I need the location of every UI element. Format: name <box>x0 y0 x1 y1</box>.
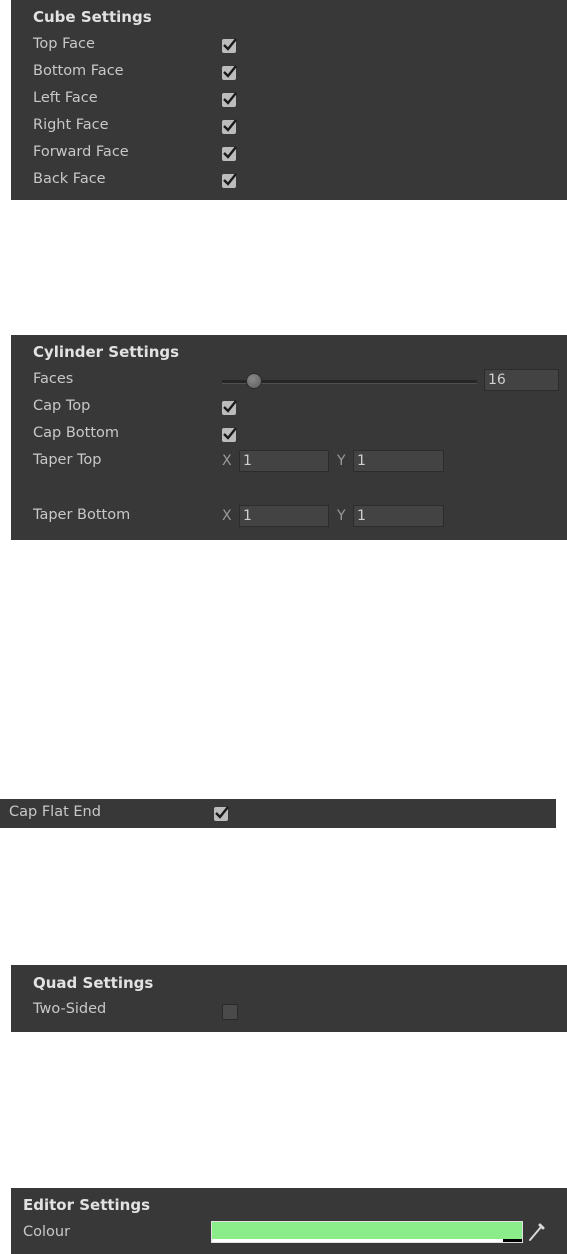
taper-bottom-label: Taper Bottom <box>33 507 131 523</box>
back-face-checkbox[interactable] <box>222 173 237 188</box>
right-face-label: Right Face <box>33 117 109 133</box>
cylinder-settings-title: Cylinder Settings <box>33 343 180 361</box>
left-face-checkbox[interactable] <box>222 92 237 107</box>
bottom-face-checkbox[interactable] <box>222 65 237 80</box>
top-face-checkbox[interactable] <box>222 38 237 53</box>
taper-top-y-field[interactable]: 1 <box>353 450 444 472</box>
editor-settings-panel: Editor Settings Colour <box>11 1188 567 1254</box>
taper-top-x-field[interactable]: 1 <box>239 450 329 472</box>
colour-alpha-fill <box>212 1239 504 1242</box>
taper-top-y-label: Y <box>337 453 346 469</box>
forward-face-label: Forward Face <box>33 144 129 160</box>
cap-flat-end-checkbox[interactable] <box>214 806 229 821</box>
top-face-label: Top Face <box>33 36 95 52</box>
quad-settings-panel: Quad Settings Two-Sided <box>11 965 567 1032</box>
taper-top-label: Taper Top <box>33 452 102 468</box>
taper-bottom-x-label: X <box>222 508 232 524</box>
colour-label: Colour <box>23 1224 71 1240</box>
taper-top-x-label: X <box>222 453 232 469</box>
cap-bottom-checkbox[interactable] <box>222 427 237 442</box>
cube-settings-panel: Cube Settings Top Face Bottom Face Left … <box>11 0 567 200</box>
bottom-face-label: Bottom Face <box>33 63 124 79</box>
faces-value-field[interactable]: 16 <box>484 369 559 391</box>
colour-swatch[interactable] <box>211 1221 523 1243</box>
taper-bottom-y-field[interactable]: 1 <box>353 505 444 527</box>
faces-label: Faces <box>33 371 74 387</box>
cap-flat-end-panel: Cap Flat End <box>0 799 556 828</box>
editor-settings-title: Editor Settings <box>23 1196 151 1214</box>
forward-face-checkbox[interactable] <box>222 146 237 161</box>
taper-bottom-y-label: Y <box>337 508 346 524</box>
cap-flat-end-label: Cap Flat End <box>9 804 101 820</box>
cap-top-checkbox[interactable] <box>222 400 237 415</box>
cylinder-settings-panel: Cylinder Settings Faces 16 Cap Top Cap B… <box>11 335 567 540</box>
two-sided-checkbox[interactable] <box>222 1004 238 1020</box>
taper-bottom-x-field[interactable]: 1 <box>239 505 329 527</box>
cube-settings-title: Cube Settings <box>33 8 152 26</box>
two-sided-label: Two-Sided <box>33 1001 107 1017</box>
back-face-label: Back Face <box>33 171 106 187</box>
faces-slider-thumb[interactable] <box>245 373 262 389</box>
eyedropper-icon[interactable] <box>527 1221 547 1247</box>
cap-bottom-label: Cap Bottom <box>33 425 120 441</box>
left-face-label: Left Face <box>33 90 98 106</box>
quad-settings-title: Quad Settings <box>33 974 154 992</box>
right-face-checkbox[interactable] <box>222 119 237 134</box>
cap-top-label: Cap Top <box>33 398 91 414</box>
